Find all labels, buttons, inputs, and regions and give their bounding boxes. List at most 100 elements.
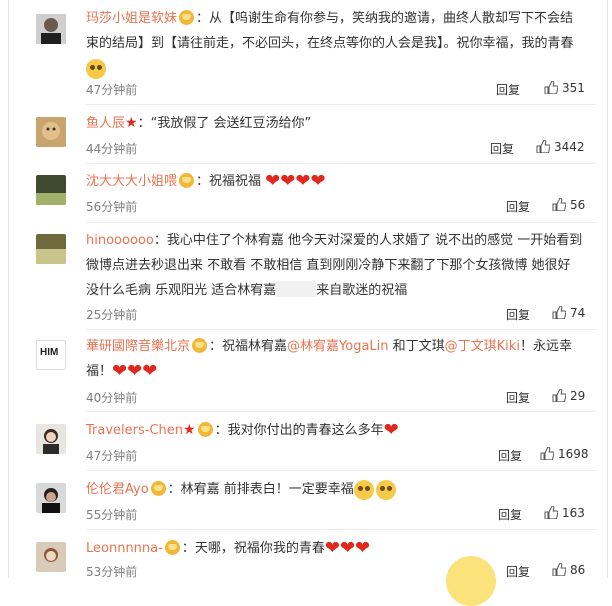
timestamp: 53分钟前 (86, 565, 138, 579)
like-button[interactable]: 56 (552, 198, 585, 212)
like-button[interactable]: 86 (552, 563, 585, 577)
like-button[interactable]: 163 (544, 506, 585, 520)
divider (86, 411, 596, 412)
thumbs-up-icon (544, 81, 558, 94)
heart-emoji-icon: ❤ (142, 360, 158, 382)
thumbs-up-icon (540, 447, 554, 460)
redacted-block (276, 281, 317, 297)
comment-text: 束的结局】到【请往前走，不必回头，在终点等你的人会是我】。祝你幸福，我的青春 (86, 36, 574, 51)
reply-button[interactable]: 回复 (506, 389, 530, 406)
avatar[interactable] (36, 542, 66, 572)
like-count: 351 (562, 81, 585, 95)
heart-emoji-icon: ❤ (339, 537, 356, 559)
member-badge-icon (150, 481, 166, 496)
username[interactable]: hinoooooo (86, 233, 154, 248)
thumbs-up-icon (552, 306, 566, 319)
crying-emoji-icon (86, 58, 106, 79)
heart-emoji-icon: ❤ (127, 360, 143, 382)
heart-emoji-icon: ❤ (112, 360, 128, 382)
timestamp: 56分钟前 (86, 200, 138, 214)
heart-emoji-icon: ❤ (383, 419, 399, 441)
timestamp: 44分钟前 (86, 142, 138, 156)
heart-emoji-icon: ❤ (265, 170, 281, 192)
like-button[interactable]: 351 (544, 81, 585, 95)
him-logo: HIM (40, 347, 59, 358)
member-badge-icon (179, 173, 195, 188)
comment-text: ：“我放假了 会送红豆汤给你” (137, 116, 312, 131)
member-badge-icon (164, 540, 180, 555)
heart-emoji-icon: ❤ (280, 170, 296, 192)
avatar[interactable] (36, 14, 66, 44)
thumbs-up-icon (536, 140, 550, 153)
timestamp: 25分钟前 (86, 308, 138, 322)
member-badge-icon (179, 10, 195, 25)
like-button[interactable]: 1698 (540, 447, 589, 461)
comment-body: 華研國際音樂北京 ：祝福林宥嘉@林宥嘉YogaLin 和丁文琪@丁文琪Kiki！永… (86, 334, 596, 384)
reply-button[interactable]: 回复 (498, 447, 522, 464)
comment-text: ：天哪，祝福你我的青春 (181, 541, 325, 556)
avatar[interactable] (36, 424, 66, 454)
reply-button[interactable]: 回复 (490, 140, 514, 157)
comment-text: ：我心中住了个林宥嘉 他今天对深爱的人求婚了 说不出的感觉 一开始看到 (153, 233, 583, 248)
like-button[interactable]: 74 (552, 306, 585, 320)
comment-text: ：从【呜谢生命有你参与，笑纳我的邀请，曲终人散却写下不会结 (196, 11, 574, 26)
floating-circle[interactable] (446, 556, 496, 606)
heart-emoji-icon: ❤ (295, 170, 311, 192)
comment-text: ：祝福祝福 (196, 174, 262, 189)
reply-button[interactable]: 回复 (506, 563, 530, 580)
comment-body: 沈大大大小姐喂 ：祝福祝福 ❤❤❤❤ (86, 169, 596, 194)
like-button[interactable]: 3442 (536, 140, 585, 154)
divider (86, 163, 596, 164)
reply-button[interactable]: 回复 (506, 198, 530, 215)
heart-emoji-icon: ❤ (355, 537, 371, 559)
reply-button[interactable]: 回复 (498, 506, 522, 523)
username[interactable]: Travelers-Chen (86, 423, 183, 438)
username[interactable]: 玛莎小姐是软妹 (86, 11, 177, 26)
thumbs-up-icon (552, 198, 566, 211)
comment-text: 没什么毛病 乐观阳光 适合林宥嘉 (86, 283, 277, 298)
like-count: 163 (562, 506, 585, 520)
thumbs-up-icon (552, 563, 566, 576)
teary-emoji-icon (353, 479, 374, 500)
comment-body: Travelers-Chen★ ：我对你付出的青春这么多年❤ (86, 418, 596, 443)
comment-text: ：林宥嘉 前排表白！一定要幸福 (167, 482, 354, 497)
comment-text: 福！ (86, 364, 113, 379)
avatar[interactable] (36, 117, 66, 147)
username[interactable]: 鱼人辰 (86, 116, 125, 131)
comment-text: 来自歌迷的祝福 (316, 283, 408, 298)
comment-text: ：祝福林宥嘉 (209, 339, 288, 354)
mention-link[interactable]: @丁文琪Kiki (445, 339, 520, 354)
avatar[interactable] (36, 175, 66, 205)
username[interactable]: Leonnnnna- (86, 541, 163, 556)
comment-text: ：我对你付出的青春这么多年 (214, 423, 384, 438)
avatar[interactable] (36, 234, 66, 264)
timestamp: 55分钟前 (86, 508, 138, 522)
username[interactable]: 沈大大大小姐喂 (86, 174, 177, 189)
mention-link[interactable]: @林宥嘉YogaLin (287, 339, 388, 354)
reply-button[interactable]: 回复 (496, 81, 520, 98)
star-badge-icon: ★ (183, 422, 196, 438)
like-button[interactable]: 29 (552, 389, 585, 403)
username[interactable]: 華研國際音樂北京 (86, 339, 190, 354)
divider (86, 104, 596, 105)
avatar[interactable]: HIM (36, 340, 66, 370)
comment-body: 伦伦君Ayo ：林宥嘉 前排表白！一定要幸福 (86, 477, 596, 502)
comment-body: hinoooooo：我心中住了个林宥嘉 他今天对深爱的人求婚了 说不出的感觉 一… (86, 228, 596, 303)
reply-button[interactable]: 回复 (506, 306, 530, 323)
avatar[interactable] (36, 483, 66, 513)
divider (86, 529, 596, 530)
star-badge-icon: ★ (125, 115, 138, 131)
member-badge-icon (197, 422, 213, 437)
comment-body: Leonnnnna- ：天哪，祝福你我的青春❤❤❤ (86, 536, 596, 561)
timestamp: 47分钟前 (86, 83, 138, 97)
timestamp: 40分钟前 (86, 391, 138, 405)
teary-emoji-icon (375, 479, 396, 500)
thumbs-up-icon (544, 506, 558, 519)
comment-body: 玛莎小姐是软妹 ：从【呜谢生命有你参与，笑纳我的邀请，曲终人散却写下不会结 束的结… (86, 6, 596, 81)
member-badge-icon (192, 338, 208, 353)
timestamp: 47分钟前 (86, 449, 138, 463)
like-count: 1698 (558, 447, 589, 461)
comment-body: 鱼人辰★：“我放假了 会送红豆汤给你” (86, 111, 596, 136)
username[interactable]: 伦伦君Ayo (86, 482, 149, 497)
divider (86, 329, 596, 330)
